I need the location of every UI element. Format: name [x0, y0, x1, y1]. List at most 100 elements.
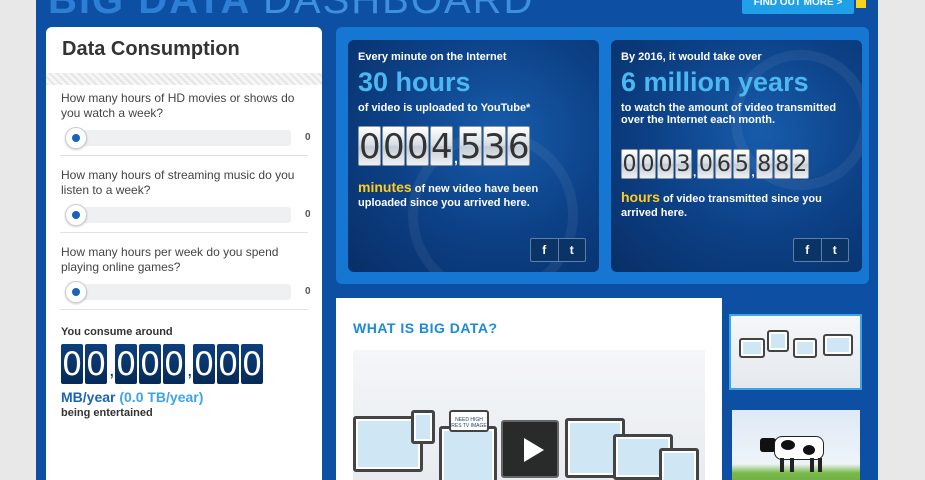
upload-counter: 0004,536: [358, 126, 531, 167]
device-graphic: [739, 338, 765, 358]
slider-value: 0: [305, 286, 311, 297]
slider-value: 0: [305, 209, 311, 220]
facebook-share-icon[interactable]: f: [531, 239, 558, 261]
slider-track[interactable]: [73, 207, 291, 223]
cow-leg: [790, 458, 794, 472]
title-thin: DASHBOARD: [263, 0, 535, 22]
counter-digit: 3: [675, 149, 692, 179]
counter-digit: 0: [217, 344, 239, 384]
dashboard-title: BIG DATA DASHBOARD: [48, 0, 534, 23]
slider-handle[interactable]: [65, 127, 87, 149]
tablet-graphic: [411, 410, 435, 444]
share-buttons: f t: [530, 238, 586, 262]
unit-tb: (0.0 TB/year): [119, 389, 204, 405]
cow-leg: [818, 458, 822, 472]
device-graphic: [793, 338, 817, 358]
data-consumption-panel: Data Consumption How many hours of HD mo…: [46, 27, 322, 480]
thumbnail-devices[interactable]: [729, 314, 862, 390]
right-gutter: [878, 0, 925, 480]
counter-digit: 3: [482, 126, 506, 167]
counter-digit: 0: [358, 126, 381, 167]
slider-track[interactable]: [73, 130, 291, 146]
title-bold: BIG DATA: [48, 0, 250, 22]
question-text: How many hours of HD movies or shows do …: [61, 91, 295, 120]
counter-digit: 0: [163, 344, 185, 384]
counter-digit: 8: [773, 149, 791, 179]
counter-digit: 8: [755, 149, 773, 179]
digit-separator: ,: [187, 359, 193, 381]
cow-body: [774, 436, 824, 460]
video-thumbnails: [722, 298, 869, 480]
counter-digit: 0: [657, 149, 674, 179]
consume-unit: MB/year (0.0 TB/year): [46, 384, 322, 405]
video-player[interactable]: NEED HIGH RES TV IMAGE: [353, 350, 705, 480]
stat-heading: By 2016, it would take over: [621, 51, 762, 63]
counter-digit: 0: [697, 149, 715, 179]
streaming-music-slider[interactable]: 0: [61, 198, 311, 232]
counter-digit: 0: [115, 344, 137, 384]
tablet-graphic: [659, 448, 699, 480]
slider-handle[interactable]: [65, 281, 87, 303]
youtube-stat-card: Every minute on the Internet 30 hours of…: [348, 40, 599, 272]
question-online-games: How many hours per week do you spend pla…: [46, 233, 322, 309]
question-hd-movies: How many hours of HD movies or shows do …: [46, 85, 322, 155]
thumbnail-cow[interactable]: [732, 410, 860, 480]
footer-highlight: minutes: [358, 179, 412, 195]
stat-footer: minutes of new video have been uploaded …: [358, 180, 578, 210]
question-streaming-music: How many hours of streaming music do you…: [46, 156, 322, 232]
counter-digit: 0: [621, 149, 638, 179]
counter-digit: 0: [241, 344, 263, 384]
device-graphic: [823, 334, 853, 356]
panel-divider-stripe: [46, 73, 322, 85]
hd-movies-slider[interactable]: 0: [61, 121, 311, 155]
consumption-counter: 00,000,000: [46, 338, 322, 384]
transmission-stat-card: By 2016, it would take over 6 million ye…: [611, 40, 862, 272]
online-games-slider[interactable]: 0: [61, 275, 311, 309]
cow-spot: [781, 440, 795, 450]
counter-digit: 0: [85, 344, 107, 384]
screen-caption: NEED HIGH RES TV IMAGE: [451, 417, 487, 429]
find-out-more-button[interactable]: FIND OUT MORE >: [742, 0, 854, 14]
digit-separator: ,: [454, 150, 458, 166]
question-text: How many hours per week do you spend pla…: [61, 245, 279, 274]
slider-value: 0: [305, 132, 311, 143]
stat-figure: 6 million years: [621, 67, 809, 97]
play-icon[interactable]: [501, 420, 559, 478]
counter-digit: 0: [61, 344, 83, 384]
counter-digit: 0: [193, 344, 215, 384]
consume-note: being entertained: [61, 407, 153, 419]
counter-digit: 6: [715, 149, 733, 179]
counter-digit: 2: [791, 149, 809, 179]
unit-mb: MB/year: [61, 389, 116, 405]
stats-container: Every minute on the Internet 30 hours of…: [336, 27, 869, 284]
panel-title: Data Consumption: [62, 38, 240, 60]
device-graphic: [767, 330, 789, 352]
slider-track[interactable]: [73, 284, 291, 300]
counter-digit: 0: [406, 126, 429, 167]
cow-spot: [803, 445, 815, 455]
share-buttons: f t: [793, 238, 849, 262]
left-gutter: [0, 0, 36, 480]
digit-separator: ,: [693, 165, 697, 179]
counter-digit: 6: [506, 126, 530, 167]
digit-separator: ,: [109, 359, 115, 381]
counter-digit: 5: [458, 126, 482, 167]
video-panel: WHAT IS BIG DATA? NEED HIGH RES TV IMAGE: [336, 298, 722, 480]
twitter-share-icon[interactable]: t: [820, 239, 849, 261]
counter-digit: 5: [733, 149, 751, 179]
digit-separator: ,: [751, 165, 755, 179]
counter-digit: 0: [139, 344, 161, 384]
twitter-share-icon[interactable]: t: [557, 239, 586, 261]
slider-handle[interactable]: [65, 204, 87, 226]
cow-leg: [780, 458, 784, 472]
counter-digit: 4: [430, 126, 453, 167]
transmission-counter: 0003,065,882: [621, 149, 810, 179]
cta-tab-marker: [856, 0, 866, 8]
stat-footer: hours of video transmitted since you arr…: [621, 190, 841, 220]
stat-subtext: of video is uploaded to YouTube*: [358, 102, 531, 114]
facebook-share-icon[interactable]: f: [794, 239, 821, 261]
video-title: WHAT IS BIG DATA?: [353, 320, 498, 336]
stat-heading: Every minute on the Internet: [358, 51, 507, 63]
tv-caption-screen: NEED HIGH RES TV IMAGE: [449, 410, 489, 432]
cow-leg: [810, 458, 814, 472]
